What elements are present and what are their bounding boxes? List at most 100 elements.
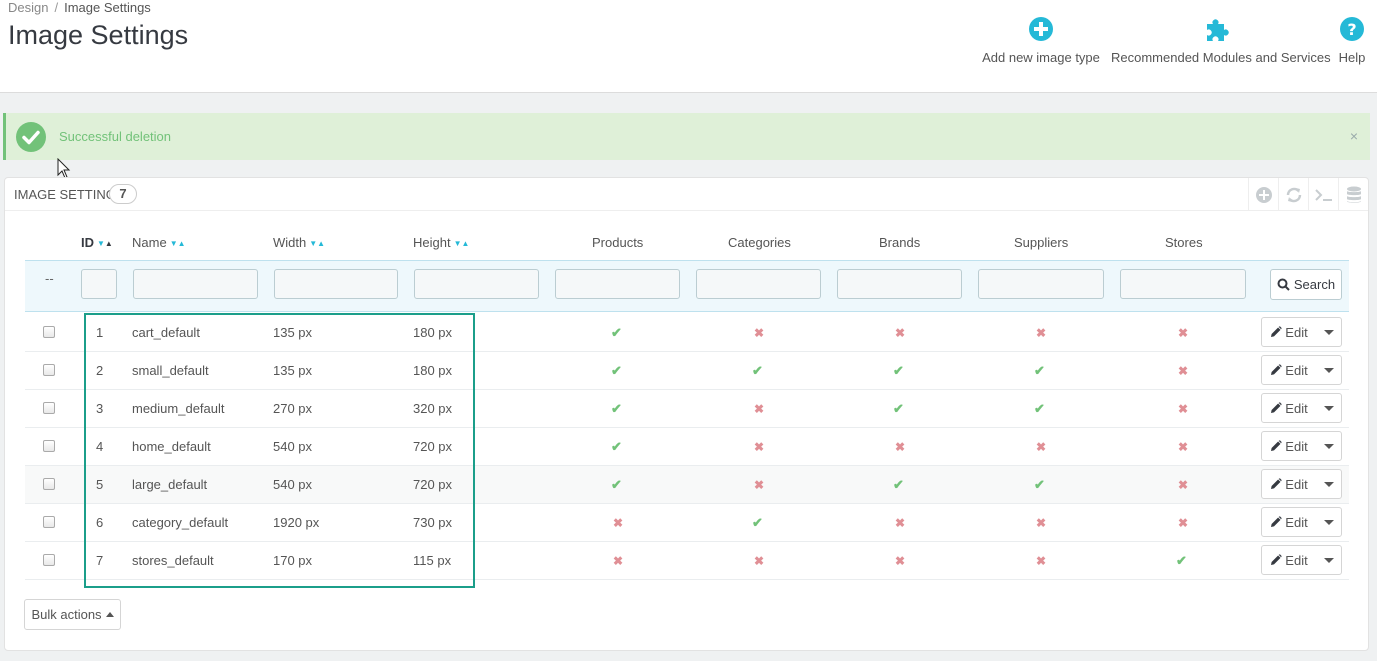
edit-button[interactable]: Edit <box>1262 356 1316 384</box>
filter-products-select[interactable] <box>555 269 680 299</box>
row-actions-dropdown[interactable] <box>1316 432 1342 460</box>
check-icon[interactable]: ✔ <box>893 477 904 493</box>
cross-icon[interactable]: ✖ <box>1178 516 1188 530</box>
check-icon[interactable]: ✔ <box>752 363 763 379</box>
check-icon[interactable]: ✔ <box>752 515 763 531</box>
search-button[interactable]: Search <box>1270 269 1342 300</box>
column-width[interactable]: Width ▼▲ <box>273 235 325 250</box>
check-icon[interactable]: ✔ <box>611 363 622 379</box>
row-checkbox[interactable] <box>43 402 55 414</box>
cross-icon[interactable]: ✖ <box>1036 516 1046 530</box>
table-row[interactable]: 2 small_default 135 px 180 px ✔ ✔ ✔ ✔ ✖ Edit <box>25 352 1349 390</box>
edit-button[interactable]: Edit <box>1262 508 1316 536</box>
sort-icon[interactable]: ▼▲ <box>309 239 325 248</box>
row-actions-dropdown[interactable] <box>1316 318 1342 346</box>
filter-stores-select[interactable] <box>1120 269 1246 299</box>
cross-icon[interactable]: ✖ <box>754 326 764 340</box>
table-row[interactable]: 7 stores_default 170 px 115 px ✖ ✖ ✖ ✖ ✔ Edit <box>25 542 1349 580</box>
row-actions-dropdown[interactable] <box>1316 356 1342 384</box>
edit-button-group: Edit <box>1261 507 1342 537</box>
page-title: Image Settings <box>8 20 189 50</box>
check-icon[interactable]: ✔ <box>1034 363 1045 379</box>
column-id[interactable]: ID ▼▲ <box>81 235 113 250</box>
filter-categories-select[interactable] <box>696 269 821 299</box>
table-row[interactable]: 4 home_default 540 px 720 px ✔ ✖ ✖ ✖ ✖ Edit <box>25 428 1349 466</box>
check-icon[interactable]: ✔ <box>611 439 622 455</box>
add-image-type-button[interactable]: Add new image type <box>982 14 1100 65</box>
help-button[interactable]: ? Help <box>1334 14 1370 65</box>
cross-icon[interactable]: ✖ <box>1178 440 1188 454</box>
cross-icon[interactable]: ✖ <box>895 326 905 340</box>
check-icon[interactable]: ✔ <box>611 325 622 341</box>
filter-height-input[interactable] <box>414 269 539 299</box>
cross-icon[interactable]: ✖ <box>613 554 623 568</box>
cross-icon[interactable]: ✖ <box>1036 554 1046 568</box>
export-tool[interactable] <box>1338 178 1368 211</box>
check-icon[interactable]: ✔ <box>1034 401 1045 417</box>
row-checkbox[interactable] <box>43 364 55 376</box>
cross-icon[interactable]: ✖ <box>754 402 764 416</box>
check-icon[interactable]: ✔ <box>893 401 904 417</box>
check-icon[interactable]: ✔ <box>1176 553 1187 569</box>
filter-suppliers-select[interactable] <box>978 269 1104 299</box>
column-height[interactable]: Height ▼▲ <box>413 235 469 250</box>
filter-width-input[interactable] <box>274 269 398 299</box>
table-row[interactable]: 6 category_default 1920 px 730 px ✖ ✔ ✖ ✖ ✖ Edit <box>25 504 1349 542</box>
check-icon[interactable]: ✔ <box>611 401 622 417</box>
edit-button[interactable]: Edit <box>1262 470 1316 498</box>
cross-icon[interactable]: ✖ <box>1178 478 1188 492</box>
add-new-tool[interactable] <box>1248 178 1278 211</box>
table-row[interactable]: 5 large_default 540 px 720 px ✔ ✖ ✔ ✔ ✖ Edit <box>25 466 1349 504</box>
caret-up-icon <box>105 612 114 617</box>
edit-button[interactable]: Edit <box>1262 394 1316 422</box>
sort-icon[interactable]: ▼▲ <box>97 239 113 248</box>
row-actions-dropdown[interactable] <box>1316 394 1342 422</box>
row-checkbox[interactable] <box>43 440 55 452</box>
caret-down-icon <box>1324 443 1334 449</box>
cross-icon[interactable]: ✖ <box>613 516 623 530</box>
cross-icon[interactable]: ✖ <box>1178 326 1188 340</box>
column-name[interactable]: Name ▼▲ <box>132 235 186 250</box>
row-checkbox[interactable] <box>43 326 55 338</box>
recommended-modules-button[interactable]: Recommended Modules and Services <box>1111 14 1331 65</box>
table-row[interactable]: 1 cart_default 135 px 180 px ✔ ✖ ✖ ✖ ✖ Edit <box>25 314 1349 352</box>
refresh-tool[interactable] <box>1278 178 1308 211</box>
cross-icon[interactable]: ✖ <box>1178 364 1188 378</box>
cross-icon[interactable]: ✖ <box>754 554 764 568</box>
row-checkbox[interactable] <box>43 516 55 528</box>
cross-icon[interactable]: ✖ <box>754 478 764 492</box>
check-icon[interactable]: ✔ <box>893 363 904 379</box>
breadcrumb-parent[interactable]: Design <box>8 0 48 15</box>
check-icon[interactable]: ✔ <box>1034 477 1045 493</box>
row-actions-dropdown[interactable] <box>1316 470 1342 498</box>
cell-id: 6 <box>96 515 104 530</box>
filter-id-input[interactable] <box>81 269 117 299</box>
cross-icon[interactable]: ✖ <box>1178 402 1188 416</box>
cross-icon[interactable]: ✖ <box>1036 440 1046 454</box>
row-actions-dropdown[interactable] <box>1316 546 1342 574</box>
filter-brands-select[interactable] <box>837 269 962 299</box>
table-row[interactable]: 3 medium_default 270 px 320 px ✔ ✖ ✔ ✔ ✖ Edit <box>25 390 1349 428</box>
close-icon[interactable]: × <box>1350 128 1358 144</box>
cross-icon[interactable]: ✖ <box>895 516 905 530</box>
sort-icon[interactable]: ▼▲ <box>170 239 186 248</box>
edit-button[interactable]: Edit <box>1262 318 1316 346</box>
cross-icon[interactable]: ✖ <box>895 440 905 454</box>
bulk-actions-button[interactable]: Bulk actions <box>24 599 121 630</box>
edit-button[interactable]: Edit <box>1262 546 1316 574</box>
cross-icon[interactable]: ✖ <box>754 440 764 454</box>
cross-icon[interactable]: ✖ <box>895 554 905 568</box>
sort-icon[interactable]: ▼▲ <box>454 239 470 248</box>
filter-name-input[interactable] <box>133 269 258 299</box>
edit-button[interactable]: Edit <box>1262 432 1316 460</box>
sql-query-tool[interactable] <box>1308 178 1338 211</box>
pencil-icon <box>1271 326 1282 337</box>
check-icon[interactable]: ✔ <box>611 477 622 493</box>
svg-text:?: ? <box>1347 20 1356 39</box>
row-checkbox[interactable] <box>43 478 55 490</box>
row-actions-dropdown[interactable] <box>1316 508 1342 536</box>
recommended-modules-label: Recommended Modules and Services <box>1111 50 1331 65</box>
row-checkbox[interactable] <box>43 554 55 566</box>
panel-title: Image Settings <box>14 187 125 202</box>
cross-icon[interactable]: ✖ <box>1036 326 1046 340</box>
